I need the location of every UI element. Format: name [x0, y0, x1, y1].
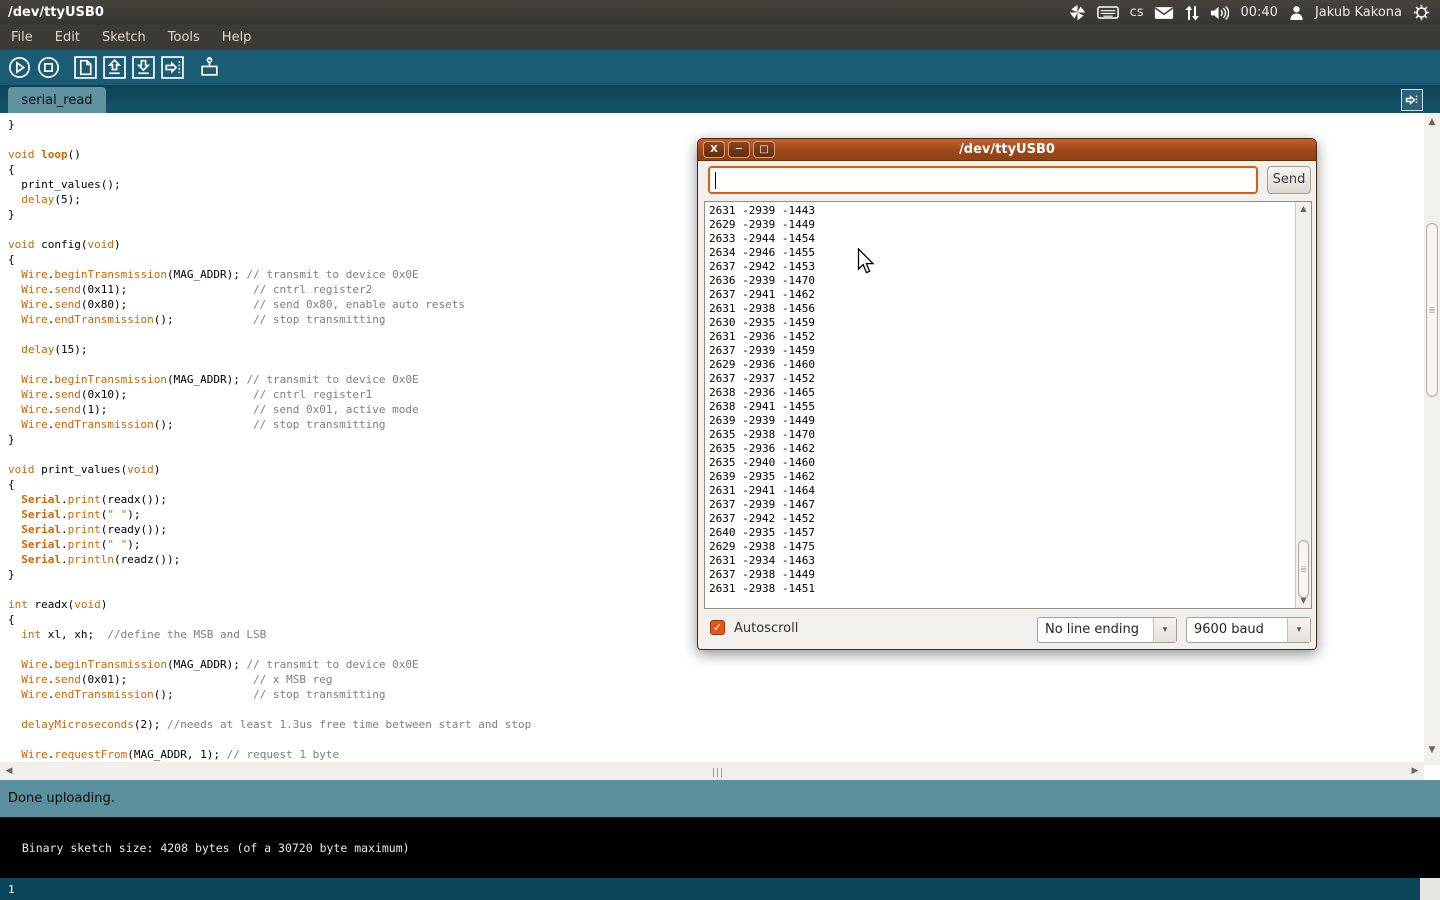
serial-send-input[interactable]: [708, 166, 1258, 194]
tab-label: serial_read: [21, 93, 92, 108]
toolbar: [0, 50, 1440, 85]
keyboard-layout[interactable]: cs: [1130, 5, 1144, 20]
scroll-down-icon[interactable]: ▼: [1424, 743, 1440, 757]
serial-monitor-titlebar[interactable]: X ─ □ /dev/ttyUSB0: [698, 139, 1316, 161]
line-ending-dropdown[interactable]: No line ending ▾: [1037, 617, 1177, 643]
serial-vertical-scrollbar[interactable]: ▲ == ▼: [1295, 202, 1311, 608]
indicator-pinwheel-icon[interactable]: [1069, 4, 1086, 21]
baud-rate-value: 9600 baud: [1187, 618, 1287, 642]
scroll-up-icon[interactable]: ▲: [1424, 115, 1440, 129]
code-line: Wire.endTransmission(); // stop transmit…: [8, 687, 1424, 702]
network-updown-icon[interactable]: [1185, 5, 1199, 21]
serial-output-area[interactable]: 2631 -2939 -1443 2629 -2939 -1449 2633 -…: [704, 201, 1312, 609]
line-ending-value: No line ending: [1038, 618, 1153, 642]
menu-sketch[interactable]: Sketch: [91, 27, 157, 48]
code-line: [8, 702, 1424, 717]
open-button[interactable]: [102, 56, 126, 80]
top-panel: /dev/ttyUSB0 cs: [0, 0, 1440, 25]
save-button[interactable]: [131, 56, 155, 80]
splitter-grip[interactable]: |||: [712, 768, 724, 778]
editor-vertical-scrollbar[interactable]: ▲ == ▼: [1424, 113, 1440, 765]
system-tray: cs 00:40 Jakub Kako: [1069, 4, 1440, 21]
chevron-down-icon[interactable]: ▾: [1153, 618, 1176, 642]
clock[interactable]: 00:40: [1240, 5, 1277, 20]
menubar: File Edit Sketch Tools Help: [0, 25, 1440, 50]
status-bar: Done uploading.: [0, 780, 1440, 818]
serial-output-text: 2631 -2939 -1443 2629 -2939 -1449 2633 -…: [709, 204, 1293, 608]
menu-file[interactable]: File: [0, 27, 44, 48]
menu-tools[interactable]: Tools: [157, 27, 211, 48]
autoscroll-checkbox[interactable]: ✓: [710, 620, 725, 635]
baud-rate-dropdown[interactable]: 9600 baud ▾: [1186, 617, 1311, 643]
status-message: Done uploading.: [8, 791, 115, 806]
stop-button[interactable]: [36, 56, 60, 80]
chevron-down-icon[interactable]: ▾: [1287, 618, 1310, 642]
send-button[interactable]: Send: [1267, 166, 1311, 194]
upload-button[interactable]: [160, 56, 184, 80]
tab-bar: serial_read: [0, 85, 1440, 113]
scroll-right-icon[interactable]: ▶: [1408, 762, 1422, 780]
verify-button[interactable]: [7, 56, 31, 80]
console-text: Binary sketch size: 4208 bytes (of a 307…: [22, 841, 410, 855]
scrollbar-thumb[interactable]: ==: [1426, 223, 1438, 397]
code-line: [8, 732, 1424, 747]
build-console: Binary sketch size: 4208 bytes (of a 307…: [0, 818, 1440, 878]
code-line: delayMicroseconds(2); //needs at least 1…: [8, 717, 1424, 732]
mouse-cursor: [857, 248, 876, 279]
volume-icon[interactable]: [1210, 5, 1229, 21]
line-number: 1: [8, 883, 15, 896]
tab-serial-read[interactable]: serial_read: [8, 87, 106, 113]
menu-help[interactable]: Help: [211, 27, 263, 48]
text-caret: [715, 172, 716, 189]
serial-monitor-title: /dev/ttyUSB0: [698, 139, 1316, 161]
line-number-bar: 1: [0, 878, 1440, 900]
new-tab-button[interactable]: [1401, 89, 1423, 111]
code-line: Wire.requestFrom(MAG_ADDR, 1); // reques…: [8, 747, 1424, 762]
serial-monitor-window: X ─ □ /dev/ttyUSB0 Send 2631 -2939 -1443…: [697, 138, 1317, 650]
panel-window-title: /dev/ttyUSB0: [0, 5, 104, 20]
user-icon[interactable]: [1289, 5, 1304, 21]
serial-monitor-controls: ✓ Autoscroll No line ending ▾ 9600 baud …: [698, 614, 1316, 644]
serial-monitor-button[interactable]: [197, 56, 221, 80]
menu-edit[interactable]: Edit: [44, 27, 91, 48]
code-line: Wire.beginTransmission(MAG_ADDR); // tra…: [8, 657, 1424, 672]
scroll-down-icon[interactable]: ▼: [1296, 595, 1311, 607]
username[interactable]: Jakub Kakona: [1315, 5, 1402, 20]
keyboard-icon[interactable]: [1097, 5, 1119, 20]
new-sketch-button[interactable]: [73, 56, 97, 80]
autoscroll-label: Autoscroll: [734, 621, 798, 636]
scroll-up-icon[interactable]: ▲: [1296, 203, 1311, 215]
code-line: Wire.send(0x01); // x MSB reg: [8, 672, 1424, 687]
code-line: }: [8, 117, 1424, 132]
mail-icon[interactable]: [1154, 6, 1174, 20]
session-gear-icon[interactable]: [1413, 4, 1430, 21]
window-resize-grip[interactable]: [1420, 878, 1440, 900]
scroll-left-icon[interactable]: ◀: [2, 762, 16, 780]
scrollbar-thumb[interactable]: ==: [1298, 540, 1309, 598]
